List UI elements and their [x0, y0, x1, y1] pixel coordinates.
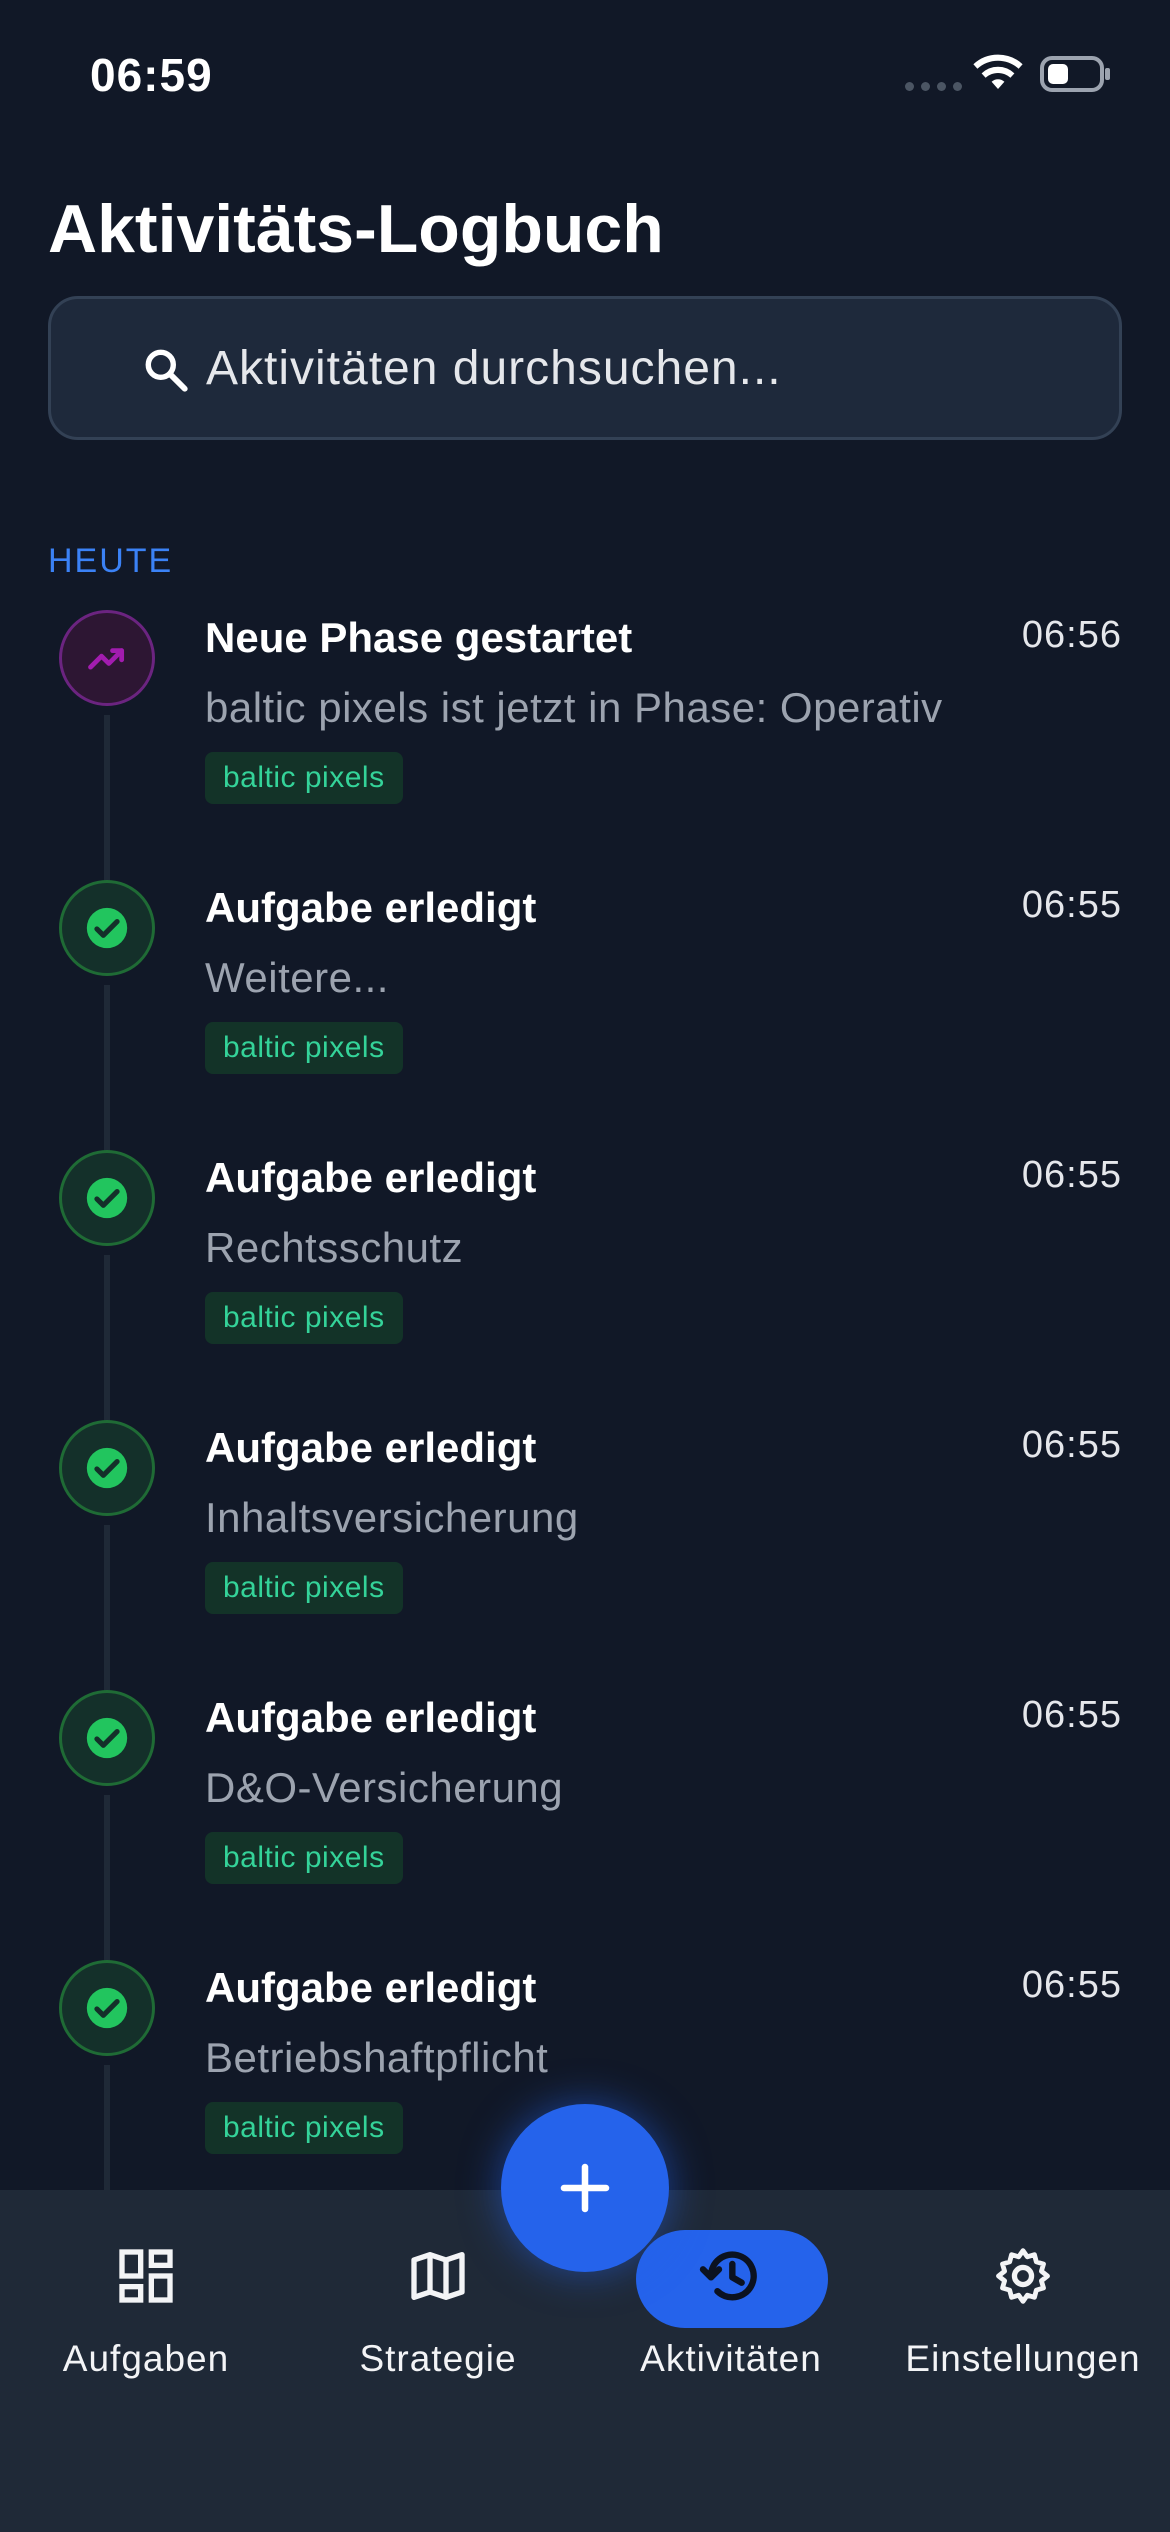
entry-title: Aufgabe erledigt [205, 1154, 537, 1201]
check-circle-icon [59, 880, 155, 976]
entry-time: 06:55 [1021, 1424, 1122, 1466]
nav-label: Aktivitäten [640, 2338, 822, 2379]
entry-description: baltic pixels ist jetzt in Phase: Operat… [205, 684, 943, 731]
trending-up-icon [59, 610, 155, 706]
entry-time: 06:56 [1021, 614, 1122, 656]
project-tag[interactable]: baltic pixels [205, 1832, 403, 1884]
project-tag[interactable]: baltic pixels [205, 752, 403, 804]
search-input[interactable] [206, 299, 1086, 437]
page-title: Aktivitäts-Logbuch [48, 191, 664, 267]
entry-title: Aufgabe erledigt [205, 884, 537, 931]
entry-time: 06:55 [1021, 884, 1122, 926]
battery-icon [1040, 56, 1110, 92]
dashboard-icon [119, 2249, 173, 2303]
timeline-connector [104, 715, 110, 885]
entry-description: Inhaltsversicherung [205, 1494, 579, 1541]
nav-label: Strategie [359, 2338, 517, 2379]
activity-entry[interactable]: Neue Phase gestartet 06:56 baltic pixels… [0, 600, 1170, 885]
search-bar[interactable] [48, 296, 1122, 440]
entry-description: D&O-Versicherung [205, 1764, 564, 1811]
check-circle-icon [59, 1690, 155, 1786]
status-time: 06:59 [90, 49, 213, 101]
entry-description: Rechtsschutz [205, 1224, 464, 1271]
check-circle-icon [59, 1150, 155, 1246]
entry-time: 06:55 [1021, 1964, 1122, 2006]
entry-title: Aufgabe erledigt [205, 1964, 537, 2011]
project-tag[interactable]: baltic pixels [205, 2102, 403, 2154]
timeline-connector [104, 985, 110, 1155]
entry-description: Betriebshaftpflicht [205, 2034, 549, 2081]
activity-entry[interactable]: Aufgabe erledigt 06:55 Weitere... baltic… [0, 870, 1170, 1155]
signal-icon [905, 82, 962, 91]
map-icon [411, 2252, 465, 2300]
status-bar: 06:59 [0, 0, 1170, 150]
project-tag[interactable]: baltic pixels [205, 1022, 403, 1074]
search-icon [145, 349, 188, 392]
nav-item-aufgaben[interactable]: Aufgaben [0, 2190, 292, 2390]
timeline-connector [104, 1795, 110, 1965]
activity-entry[interactable]: Aufgabe erledigt 06:55 Inhaltsversicheru… [0, 1410, 1170, 1695]
section-heading-today: HEUTE [48, 542, 174, 580]
entry-time: 06:55 [1021, 1154, 1122, 1196]
project-tag[interactable]: baltic pixels [205, 1562, 403, 1614]
history-icon [699, 2251, 757, 2301]
nav-label: Einstellungen [905, 2338, 1141, 2379]
entry-description: Weitere... [205, 954, 389, 1001]
entry-title: Aufgabe erledigt [205, 1424, 537, 1471]
project-tag[interactable]: baltic pixels [205, 1292, 403, 1344]
nav-label: Aufgaben [62, 2338, 230, 2379]
activity-entry[interactable]: Aufgabe erledigt 06:55 D&O-Versicherung … [0, 1680, 1170, 1965]
nav-item-einstellungen[interactable]: Einstellungen [877, 2190, 1169, 2390]
entry-title: Aufgabe erledigt [205, 1694, 537, 1741]
entry-title: Neue Phase gestartet [205, 614, 633, 661]
activity-entry[interactable]: Aufgabe erledigt 06:55 Rechtsschutz balt… [0, 1140, 1170, 1425]
check-circle-icon [59, 1960, 155, 2056]
wifi-icon [973, 54, 1023, 89]
plus-icon [560, 2163, 610, 2213]
entry-time: 06:55 [1021, 1694, 1122, 1736]
gear-icon [996, 2248, 1050, 2304]
add-button[interactable] [501, 2104, 669, 2272]
timeline-connector [104, 1255, 110, 1425]
check-circle-icon [59, 1420, 155, 1516]
timeline-connector [104, 1525, 110, 1695]
